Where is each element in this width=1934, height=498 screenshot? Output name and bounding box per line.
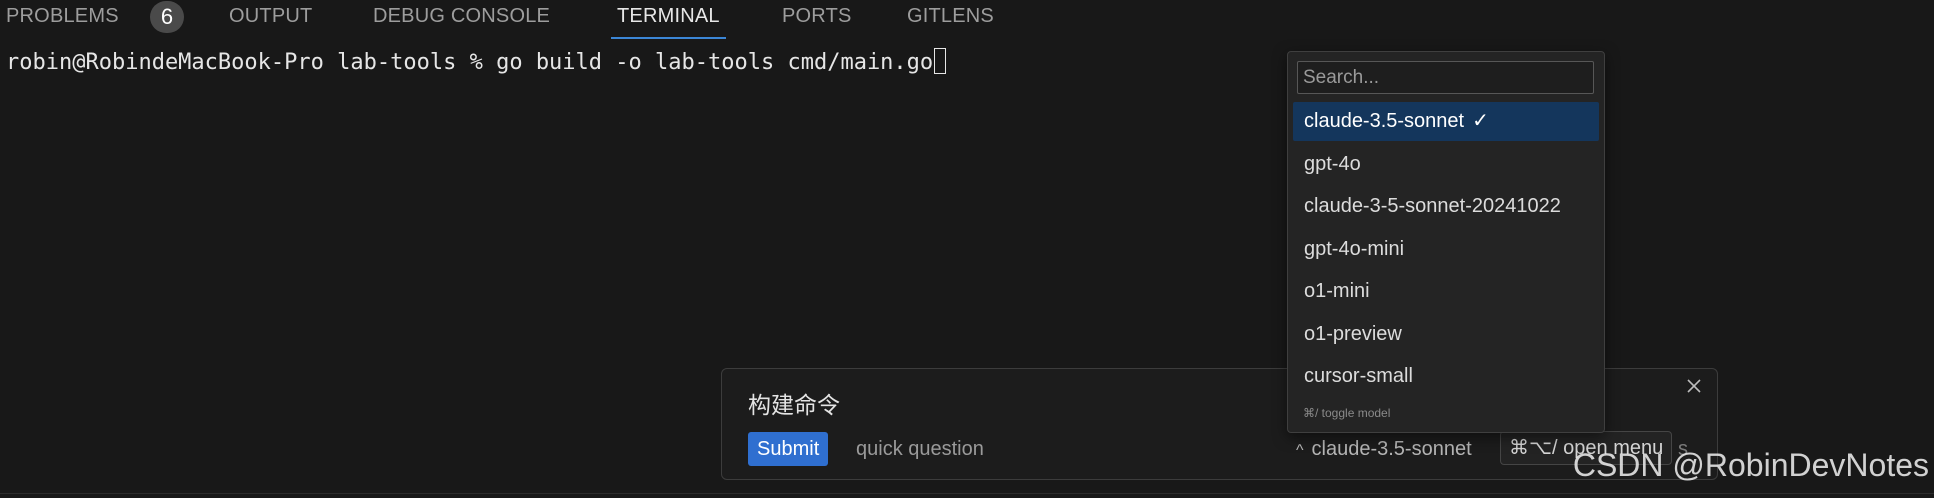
- current-model-label: claude-3.5-sonnet: [1311, 438, 1472, 460]
- model-dropdown: claude-3.5-sonnet✓ gpt-4o claude-3-5-son…: [1287, 51, 1605, 433]
- bottom-divider: [0, 493, 1934, 494]
- tab-ports[interactable]: PORTS: [782, 4, 852, 30]
- model-option-o1-mini[interactable]: o1-mini: [1293, 272, 1599, 311]
- submit-button[interactable]: Submit: [748, 432, 829, 466]
- model-option-gpt-4o[interactable]: gpt-4o: [1293, 145, 1599, 184]
- terminal-cursor: [934, 48, 947, 74]
- model-list: claude-3.5-sonnet ✓ gpt-4o claude-3-5-son…: [1293, 102, 1599, 400]
- model-option-claude-3-5-sonnet[interactable]: claude-3.5-sonnet ✓: [1293, 102, 1599, 141]
- watermark: CSDN @RobinDevNotes: [1572, 447, 1929, 483]
- chevron-up-icon: ^: [1296, 442, 1304, 459]
- toggle-model-hint: ⌘/ toggle model: [1303, 406, 1391, 420]
- model-search-input[interactable]: [1297, 61, 1594, 94]
- close-icon[interactable]: [1683, 375, 1705, 397]
- terminal-command: go build -o lab-tools cmd/main.go: [496, 50, 934, 75]
- problems-count-badge: 6: [150, 1, 184, 33]
- model-option-gpt-4o-mini[interactable]: gpt-4o-mini: [1293, 230, 1599, 269]
- tab-output[interactable]: OUTPUT: [229, 4, 312, 30]
- terminal-prompt: robin@RobindeMacBook-Pro lab-tools %: [6, 50, 497, 75]
- model-option-claude-3-5-sonnet-20241022[interactable]: claude-3-5-sonnet-20241022: [1293, 187, 1599, 226]
- vscode-panel: PROBLEMS 6 OUTPUT DEBUG CONSOLE TERMINAL…: [0, 0, 1934, 498]
- model-option-o1-preview[interactable]: o1-preview: [1293, 315, 1599, 354]
- checkmark-icon: ✓: [1472, 110, 1489, 132]
- prompt-input[interactable]: 构建命令: [748, 391, 840, 421]
- tab-problems[interactable]: PROBLEMS: [6, 4, 119, 30]
- quick-question-button[interactable]: quick question: [856, 436, 984, 462]
- tab-terminal[interactable]: TERMINAL: [611, 4, 726, 39]
- model-selector-toggle[interactable]: ^ claude-3.5-sonnet: [1296, 436, 1472, 464]
- panel-tab-bar: PROBLEMS 6 OUTPUT DEBUG CONSOLE TERMINAL…: [0, 0, 1934, 39]
- terminal-command-line[interactable]: robin@RobindeMacBook-Pro lab-tools % go …: [6, 48, 947, 77]
- tab-debug-console[interactable]: DEBUG CONSOLE: [373, 4, 550, 30]
- model-option-cursor-small[interactable]: cursor-small: [1293, 357, 1599, 396]
- tab-gitlens[interactable]: GITLENS: [907, 4, 994, 30]
